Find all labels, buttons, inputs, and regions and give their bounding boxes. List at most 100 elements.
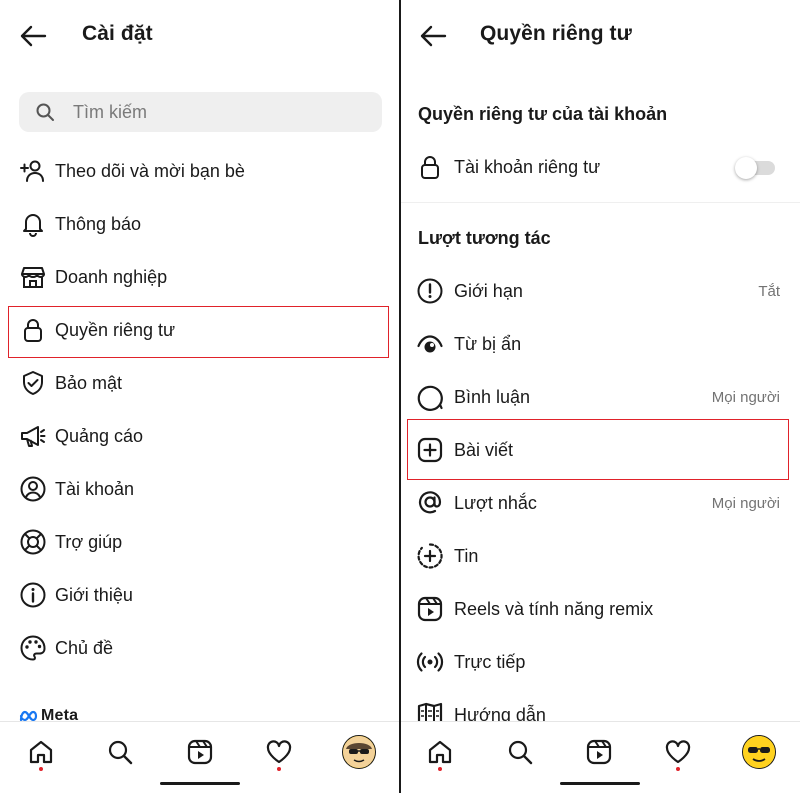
privacy-item-label: Từ bị ẩn xyxy=(454,333,522,354)
tab-activity[interactable] xyxy=(259,732,299,772)
privacy-item-label: Lượt nhắc xyxy=(454,492,537,513)
arrow-left-icon xyxy=(20,25,47,47)
privacy-panel: Quyền riêng tư Quyền riêng tư của tài kh… xyxy=(400,0,800,793)
settings-item-label: Trợ giúp xyxy=(55,531,123,552)
bottom-nav xyxy=(400,721,800,793)
privacy-item-hidden-words[interactable]: Từ bị ẩn xyxy=(400,318,800,370)
privacy-item-restrict[interactable]: Giới hạn Tắt xyxy=(400,265,800,317)
settings-item-label: Bảo mật xyxy=(55,372,123,393)
settings-item-follow-invite[interactable]: Theo dõi và mời bạn bè xyxy=(0,145,400,197)
private-account-toggle[interactable] xyxy=(735,157,775,179)
page-title: Quyền riêng tư xyxy=(480,22,632,45)
settings-item-label: Doanh nghiệp xyxy=(55,266,168,287)
privacy-item-label: Reels và tính năng remix xyxy=(454,598,654,619)
megaphone-icon xyxy=(19,422,47,450)
settings-item-notifications[interactable]: Thông báo xyxy=(0,198,400,250)
private-account-label: Tài khoản riêng tư xyxy=(454,156,601,177)
tab-profile[interactable] xyxy=(339,732,379,772)
back-button[interactable] xyxy=(18,22,48,50)
tab-home[interactable] xyxy=(21,732,61,772)
reels-icon xyxy=(187,739,213,765)
search-icon xyxy=(508,740,533,765)
lock-icon xyxy=(19,316,47,344)
privacy-item-value: Mọi người xyxy=(711,388,780,406)
privacy-item-story[interactable]: Tin xyxy=(400,530,800,582)
tab-reels[interactable] xyxy=(579,732,619,772)
tab-profile[interactable] xyxy=(739,732,779,772)
settings-item-label: Giới thiệu xyxy=(55,584,133,605)
privacy-item-label: Trực tiếp xyxy=(454,651,526,672)
alert-circle-icon xyxy=(416,277,444,305)
settings-item-privacy[interactable]: Quyền riêng tư xyxy=(0,304,400,356)
bottom-nav xyxy=(0,721,400,793)
settings-item-label: Thông báo xyxy=(55,213,142,234)
settings-item-business[interactable]: Doanh nghiệp xyxy=(0,251,400,303)
tab-search[interactable] xyxy=(500,732,540,772)
tab-activity[interactable] xyxy=(658,732,698,772)
settings-item-theme[interactable]: Chủ đề xyxy=(0,622,400,674)
privacy-item-live[interactable]: Trực tiếp xyxy=(400,636,800,688)
privacy-item-label: Giới hạn xyxy=(454,280,523,301)
settings-item-about[interactable]: Giới thiệu xyxy=(0,569,400,621)
tab-home[interactable] xyxy=(420,732,460,772)
search-input[interactable] xyxy=(73,101,353,123)
story-add-icon xyxy=(416,542,444,570)
shop-icon xyxy=(19,263,47,291)
search-icon xyxy=(108,740,133,765)
shield-check-icon xyxy=(19,369,47,397)
privacy-item-mentions[interactable]: Lượt nhắc Mọi người xyxy=(400,477,800,529)
home-icon xyxy=(29,740,53,764)
settings-item-help[interactable]: Trợ giúp xyxy=(0,516,400,568)
settings-item-label: Quảng cáo xyxy=(55,425,144,446)
home-notification-dot xyxy=(39,767,43,771)
privacy-item-posts[interactable]: Bài viết xyxy=(400,424,800,476)
privacy-item-value: Tắt xyxy=(758,282,780,300)
home-indicator xyxy=(560,782,640,785)
privacy-item-reels-remix[interactable]: Reels và tính năng remix xyxy=(400,583,800,635)
info-icon xyxy=(19,581,47,609)
back-button[interactable] xyxy=(418,22,448,50)
toggle-knob xyxy=(735,157,757,179)
arrow-left-icon xyxy=(420,25,447,47)
home-notification-dot xyxy=(438,767,442,771)
plus-square-icon xyxy=(416,436,444,464)
privacy-item-label: Bình luận xyxy=(454,386,531,407)
settings-item-label: Chủ đề xyxy=(55,637,114,658)
lifebuoy-icon xyxy=(19,528,47,556)
page-title: Cài đặt xyxy=(82,22,153,45)
heart-icon xyxy=(665,740,691,764)
comment-icon xyxy=(416,383,444,411)
bell-icon xyxy=(19,210,47,238)
settings-panel: Cài đặt Theo dõi và mời bạn bè Thông báo… xyxy=(0,0,400,793)
activity-notification-dot xyxy=(676,767,680,771)
at-sign-icon xyxy=(416,489,444,517)
home-icon xyxy=(428,740,452,764)
settings-item-label: Theo dõi và mời bạn bè xyxy=(55,160,245,181)
lock-icon xyxy=(416,153,444,181)
privacy-item-value: Mọi người xyxy=(711,494,780,512)
avatar-icon xyxy=(742,735,776,769)
hidden-eye-icon xyxy=(416,330,444,358)
heart-icon xyxy=(266,740,292,764)
privacy-item-comments[interactable]: Bình luận Mọi người xyxy=(400,371,800,423)
search-icon xyxy=(36,103,54,121)
settings-item-label: Quyền riêng tư xyxy=(55,319,176,340)
tab-search[interactable] xyxy=(100,732,140,772)
panel-divider xyxy=(399,0,401,793)
search-bar[interactable] xyxy=(19,92,382,132)
home-indicator xyxy=(160,782,240,785)
live-icon xyxy=(416,648,444,676)
activity-notification-dot xyxy=(277,767,281,771)
reels-icon xyxy=(586,739,612,765)
privacy-item-label: Bài viết xyxy=(454,439,514,460)
avatar-icon xyxy=(342,735,376,769)
add-person-icon xyxy=(19,157,47,185)
tab-reels[interactable] xyxy=(180,732,220,772)
reels-icon xyxy=(416,595,444,623)
settings-item-account[interactable]: Tài khoản xyxy=(0,463,400,515)
settings-item-label: Tài khoản xyxy=(55,478,135,499)
settings-item-ads[interactable]: Quảng cáo xyxy=(0,410,400,462)
section-divider xyxy=(400,202,800,203)
palette-icon xyxy=(19,634,47,662)
settings-item-security[interactable]: Bảo mật xyxy=(0,357,400,409)
